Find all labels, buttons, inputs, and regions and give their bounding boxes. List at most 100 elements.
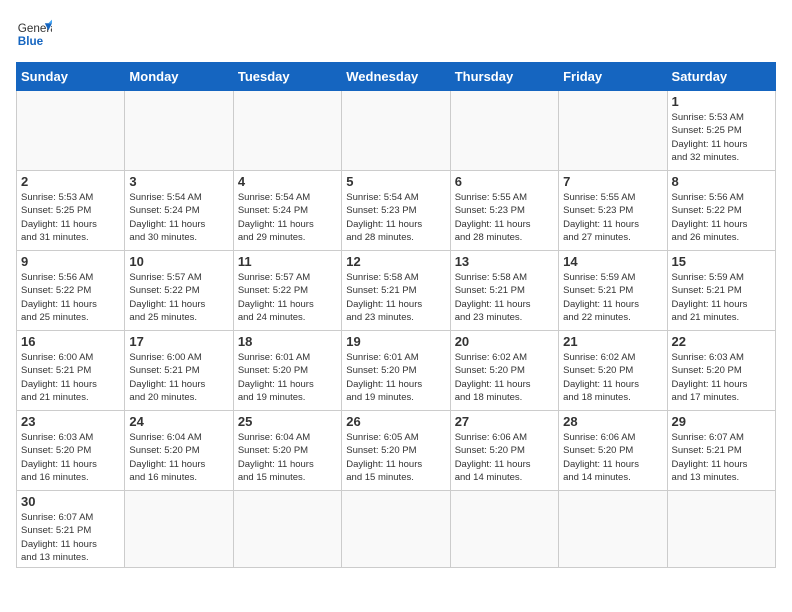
calendar-cell: 29 Sunrise: 6:07 AM Sunset: 5:21 PM Dayli… [667,411,775,491]
day-number: 13 [455,254,554,269]
calendar-cell [342,491,450,568]
calendar-cell: 8 Sunrise: 5:56 AM Sunset: 5:22 PM Daylig… [667,171,775,251]
day-number: 26 [346,414,445,429]
calendar-cell: 16 Sunrise: 6:00 AM Sunset: 5:21 PM Dayli… [17,331,125,411]
day-info: Sunrise: 5:55 AM Sunset: 5:23 PM Dayligh… [563,191,662,244]
calendar-week-2: 2 Sunrise: 5:53 AM Sunset: 5:25 PM Daylig… [17,171,776,251]
calendar-cell: 3 Sunrise: 5:54 AM Sunset: 5:24 PM Daylig… [125,171,233,251]
day-number: 20 [455,334,554,349]
day-number: 24 [129,414,228,429]
calendar-cell: 19 Sunrise: 6:01 AM Sunset: 5:20 PM Dayli… [342,331,450,411]
calendar-cell: 5Sunrise: 5:54 AM Sunset: 5:23 PM Daylig… [342,171,450,251]
calendar-cell: 30 Sunrise: 6:07 AM Sunset: 5:21 PM Dayli… [17,491,125,568]
calendar-week-3: 9Sunrise: 5:56 AM Sunset: 5:22 PM Daylig… [17,251,776,331]
day-number: 1 [672,94,771,109]
logo-icon: General Blue [16,16,52,52]
calendar-cell: 4Sunrise: 5:54 AM Sunset: 5:24 PM Daylig… [233,171,341,251]
day-number: 14 [563,254,662,269]
calendar-cell [125,91,233,171]
day-number: 11 [238,254,337,269]
day-number: 8 [672,174,771,189]
calendar-cell [233,491,341,568]
calendar-cell [17,91,125,171]
day-number: 15 [672,254,771,269]
day-info: Sunrise: 6:03 AM Sunset: 5:20 PM Dayligh… [21,431,120,484]
calendar-cell: 24 Sunrise: 6:04 AM Sunset: 5:20 PM Dayli… [125,411,233,491]
day-number: 25 [238,414,337,429]
day-info: Sunrise: 6:07 AM Sunset: 5:21 PM Dayligh… [672,431,771,484]
calendar-cell: 21Sunrise: 6:02 AM Sunset: 5:20 PM Dayli… [559,331,667,411]
day-number: 23 [21,414,120,429]
day-info: Sunrise: 6:07 AM Sunset: 5:21 PM Dayligh… [21,511,120,564]
calendar-table: SundayMondayTuesdayWednesdayThursdayFrid… [16,62,776,568]
calendar-cell: 10 Sunrise: 5:57 AM Sunset: 5:22 PM Dayli… [125,251,233,331]
day-number: 7 [563,174,662,189]
day-number: 19 [346,334,445,349]
day-info: Sunrise: 6:02 AM Sunset: 5:20 PM Dayligh… [563,351,662,404]
calendar-cell: 6Sunrise: 5:55 AM Sunset: 5:23 PM Daylig… [450,171,558,251]
weekday-header-row: SundayMondayTuesdayWednesdayThursdayFrid… [17,63,776,91]
weekday-header-saturday: Saturday [667,63,775,91]
page-header: General Blue [16,16,776,52]
day-info: Sunrise: 6:01 AM Sunset: 5:20 PM Dayligh… [238,351,337,404]
day-info: Sunrise: 6:03 AM Sunset: 5:20 PM Dayligh… [672,351,771,404]
day-number: 16 [21,334,120,349]
day-number: 28 [563,414,662,429]
day-info: Sunrise: 5:59 AM Sunset: 5:21 PM Dayligh… [672,271,771,324]
day-info: Sunrise: 6:01 AM Sunset: 5:20 PM Dayligh… [346,351,445,404]
calendar-cell: 14 Sunrise: 5:59 AM Sunset: 5:21 PM Dayli… [559,251,667,331]
day-number: 3 [129,174,228,189]
day-number: 10 [129,254,228,269]
day-number: 29 [672,414,771,429]
day-info: Sunrise: 5:55 AM Sunset: 5:23 PM Dayligh… [455,191,554,244]
calendar-cell: 25 Sunrise: 6:04 AM Sunset: 5:20 PM Dayli… [233,411,341,491]
day-info: Sunrise: 5:54 AM Sunset: 5:24 PM Dayligh… [129,191,228,244]
day-number: 18 [238,334,337,349]
day-info: Sunrise: 5:57 AM Sunset: 5:22 PM Dayligh… [238,271,337,324]
calendar-cell: 15 Sunrise: 5:59 AM Sunset: 5:21 PM Dayli… [667,251,775,331]
day-info: Sunrise: 6:02 AM Sunset: 5:20 PM Dayligh… [455,351,554,404]
svg-text:Blue: Blue [18,35,44,48]
day-number: 17 [129,334,228,349]
day-info: Sunrise: 5:53 AM Sunset: 5:25 PM Dayligh… [21,191,120,244]
day-number: 4 [238,174,337,189]
day-info: Sunrise: 6:04 AM Sunset: 5:20 PM Dayligh… [238,431,337,484]
calendar-cell [450,91,558,171]
calendar-cell [125,491,233,568]
calendar-cell: 7 Sunrise: 5:55 AM Sunset: 5:23 PM Daylig… [559,171,667,251]
day-info: Sunrise: 5:56 AM Sunset: 5:22 PM Dayligh… [672,191,771,244]
day-info: Sunrise: 5:58 AM Sunset: 5:21 PM Dayligh… [346,271,445,324]
calendar-cell [559,91,667,171]
day-number: 22 [672,334,771,349]
weekday-header-friday: Friday [559,63,667,91]
day-number: 12 [346,254,445,269]
calendar-cell: 2 Sunrise: 5:53 AM Sunset: 5:25 PM Daylig… [17,171,125,251]
calendar-cell [342,91,450,171]
calendar-cell: 11 Sunrise: 5:57 AM Sunset: 5:22 PM Dayli… [233,251,341,331]
calendar-cell: 1Sunrise: 5:53 AM Sunset: 5:25 PM Daylig… [667,91,775,171]
calendar-cell [667,491,775,568]
calendar-cell: 13Sunrise: 5:58 AM Sunset: 5:21 PM Dayli… [450,251,558,331]
calendar-week-4: 16 Sunrise: 6:00 AM Sunset: 5:21 PM Dayli… [17,331,776,411]
day-number: 9 [21,254,120,269]
calendar-cell: 12 Sunrise: 5:58 AM Sunset: 5:21 PM Dayli… [342,251,450,331]
day-info: Sunrise: 6:06 AM Sunset: 5:20 PM Dayligh… [455,431,554,484]
calendar-cell [233,91,341,171]
day-number: 30 [21,494,120,509]
weekday-header-thursday: Thursday [450,63,558,91]
day-number: 2 [21,174,120,189]
day-info: Sunrise: 6:04 AM Sunset: 5:20 PM Dayligh… [129,431,228,484]
calendar-cell: 26Sunrise: 6:05 AM Sunset: 5:20 PM Dayli… [342,411,450,491]
day-info: Sunrise: 5:57 AM Sunset: 5:22 PM Dayligh… [129,271,228,324]
day-number: 27 [455,414,554,429]
calendar-cell: 23 Sunrise: 6:03 AM Sunset: 5:20 PM Dayli… [17,411,125,491]
day-number: 5 [346,174,445,189]
weekday-header-monday: Monday [125,63,233,91]
calendar-week-1: 1Sunrise: 5:53 AM Sunset: 5:25 PM Daylig… [17,91,776,171]
calendar-cell [559,491,667,568]
weekday-header-sunday: Sunday [17,63,125,91]
calendar-cell: 22 Sunrise: 6:03 AM Sunset: 5:20 PM Dayli… [667,331,775,411]
calendar-cell: 28Sunrise: 6:06 AM Sunset: 5:20 PM Dayli… [559,411,667,491]
day-info: Sunrise: 5:59 AM Sunset: 5:21 PM Dayligh… [563,271,662,324]
day-info: Sunrise: 6:00 AM Sunset: 5:21 PM Dayligh… [21,351,120,404]
